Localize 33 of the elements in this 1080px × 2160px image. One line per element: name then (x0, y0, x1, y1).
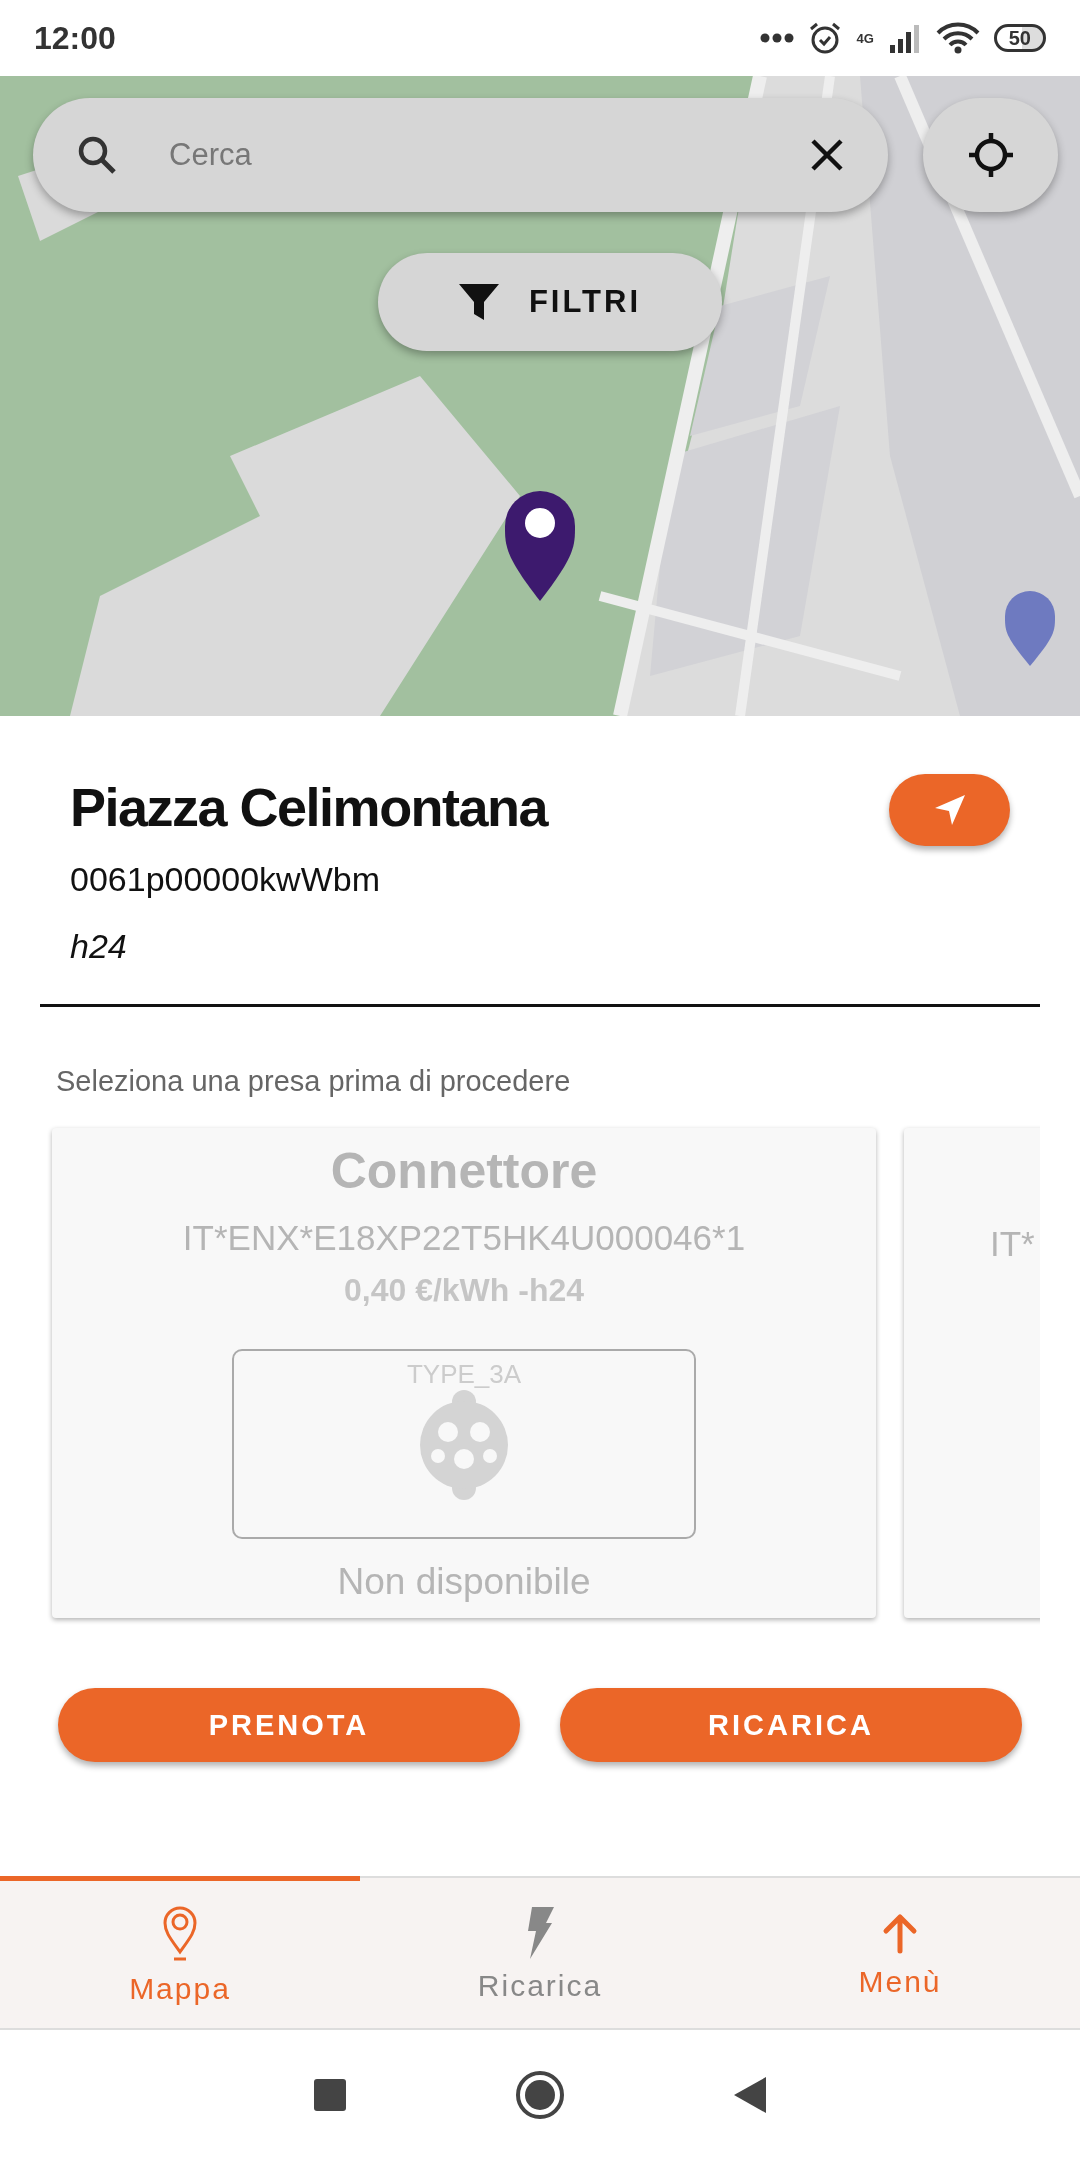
battery-level: 50 (993, 24, 1046, 52)
charge-button[interactable]: RICARICA (560, 1688, 1022, 1762)
status-time: 12:00 (34, 19, 116, 57)
crosshair-icon (966, 131, 1015, 179)
back-icon[interactable] (733, 2077, 766, 2113)
more-icon (760, 33, 795, 43)
plug-socket-icon (418, 1390, 510, 1500)
hint-text: Seleziona una presa prima di procedere (55, 1064, 572, 1098)
connector-status: Non disponibile (337, 1561, 591, 1603)
station-code: 0061p00000kwWbm (69, 859, 381, 899)
nav-tab[interactable]: Mappa (0, 1876, 360, 2028)
nav-tab[interactable]: Ricarica (360, 1876, 720, 2028)
filter-button[interactable]: FILTRI (378, 253, 722, 351)
signal-icon (887, 23, 922, 53)
search-icon (77, 135, 117, 175)
opening-hours: h24 (69, 926, 128, 966)
connector-code: IT*ENX*E18XP22T5HK4U000046*1 (182, 1218, 746, 1258)
menu-button[interactable]: Menù (720, 1876, 1080, 2028)
station-name: Piazza Celimontana (70, 776, 548, 838)
network-type: 4G (856, 30, 874, 46)
close-icon[interactable] (810, 138, 844, 172)
search-field[interactable]: Cerca (167, 136, 760, 174)
connector-card[interactable]: IT* (904, 1128, 1040, 1618)
alarm-icon (808, 21, 843, 55)
filter-icon (458, 282, 499, 322)
book-button[interactable]: PRENOTA (58, 1688, 520, 1762)
home-icon[interactable] (515, 2070, 565, 2120)
recents-icon[interactable] (314, 2079, 347, 2111)
lightning-icon (526, 1906, 554, 1959)
navigate-button[interactable] (889, 774, 1010, 846)
wifi-icon (935, 22, 980, 54)
connector-code: IT* (990, 1224, 1035, 1264)
connector-title: Connettore (330, 1142, 598, 1200)
